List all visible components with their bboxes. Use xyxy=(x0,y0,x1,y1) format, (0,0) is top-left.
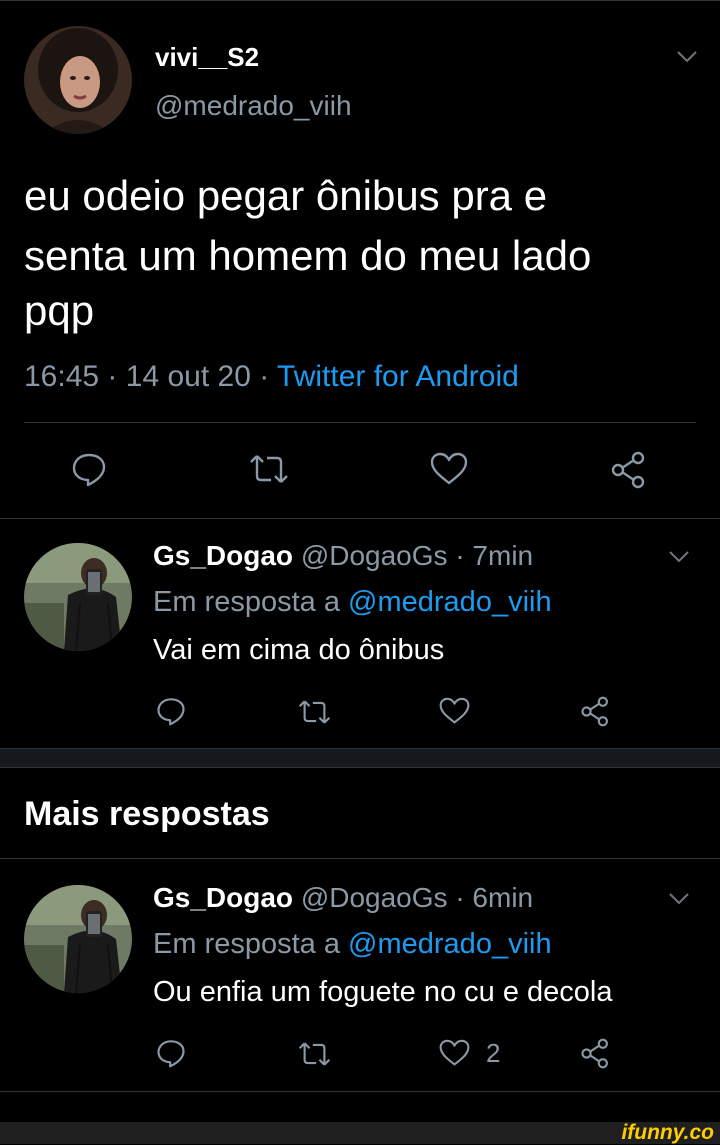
avatar[interactable] xyxy=(24,26,132,134)
like-icon[interactable] xyxy=(439,1039,470,1067)
reply-text: Vai em cima do ônibus xyxy=(153,634,445,666)
avatar[interactable] xyxy=(24,885,132,993)
share-icon[interactable] xyxy=(580,1038,611,1069)
like-count: 2 xyxy=(486,1038,501,1068)
retweet-icon[interactable] xyxy=(298,1040,331,1068)
reply-display-name[interactable]: Gs_Dogao xyxy=(153,882,293,913)
reply-context-prefix: Em resposta a xyxy=(153,928,340,960)
tweet-text-line: senta um homem do meu lado xyxy=(24,232,592,279)
reply-age: 7min xyxy=(472,540,534,571)
retweet-icon[interactable] xyxy=(249,452,289,486)
section-heading: Mais respostas xyxy=(24,795,270,833)
meta-separator: · xyxy=(259,360,270,393)
reply-context: Em resposta a @medrado_viih xyxy=(153,928,552,961)
reply-display-name[interactable]: Gs_Dogao xyxy=(153,540,293,571)
display-name[interactable]: vivi__S2 xyxy=(155,42,259,73)
chevron-down-icon[interactable] xyxy=(676,50,698,64)
retweet-icon[interactable] xyxy=(298,698,331,726)
meta-separator: · xyxy=(455,540,465,571)
reply-to-link[interactable]: @medrado_viih xyxy=(348,928,552,960)
tweet-source-link[interactable]: Twitter for Android xyxy=(277,360,519,393)
tweet-time: 16:45 xyxy=(24,360,100,393)
reply-icon[interactable] xyxy=(156,1038,186,1068)
meta-separator: · xyxy=(455,882,465,913)
section-divider xyxy=(0,518,720,519)
reply-to-link[interactable]: @medrado_viih xyxy=(348,586,552,618)
meta-separator: · xyxy=(107,360,118,393)
like-icon[interactable] xyxy=(430,452,468,486)
like-icon[interactable] xyxy=(439,697,470,725)
tweet-text-line: eu odeio pegar ônibus pra e xyxy=(24,172,548,219)
main-tweet-divider xyxy=(24,422,696,423)
reply-age: 6min xyxy=(472,882,534,913)
ifunny-watermark: ifunny.co xyxy=(621,1121,714,1144)
reply-header: Gs_Dogao @DogaoGs · 6min xyxy=(153,882,533,914)
user-handle[interactable]: @medrado_viih xyxy=(155,90,352,122)
reply-context: Em resposta a @medrado_viih xyxy=(153,586,552,619)
chevron-down-icon[interactable] xyxy=(668,892,690,906)
reply-icon[interactable] xyxy=(156,696,186,726)
section-separator xyxy=(0,748,720,768)
tweet-date: 14 out 20 xyxy=(125,360,251,393)
share-icon[interactable] xyxy=(610,451,648,489)
reply-handle[interactable]: @DogaoGs xyxy=(301,540,448,571)
chevron-down-icon[interactable] xyxy=(668,550,690,564)
avatar[interactable] xyxy=(24,543,132,651)
section-divider xyxy=(0,858,720,859)
watermark-bar: ifunny.co xyxy=(0,1121,720,1144)
tweet-text-line: pqp xyxy=(24,287,95,334)
reply-text: Ou enfia um foguete no cu e decola xyxy=(153,976,613,1008)
reply-header: Gs_Dogao @DogaoGs · 7min xyxy=(153,540,533,572)
reply-handle[interactable]: @DogaoGs xyxy=(301,882,448,913)
section-divider xyxy=(0,1091,720,1092)
reply-icon[interactable] xyxy=(71,451,107,487)
top-divider xyxy=(0,0,720,1)
reply-context-prefix: Em resposta a xyxy=(153,586,340,618)
share-icon[interactable] xyxy=(580,696,611,727)
tweet-meta: 16:45 · 14 out 20 · Twitter for Android xyxy=(24,360,519,394)
